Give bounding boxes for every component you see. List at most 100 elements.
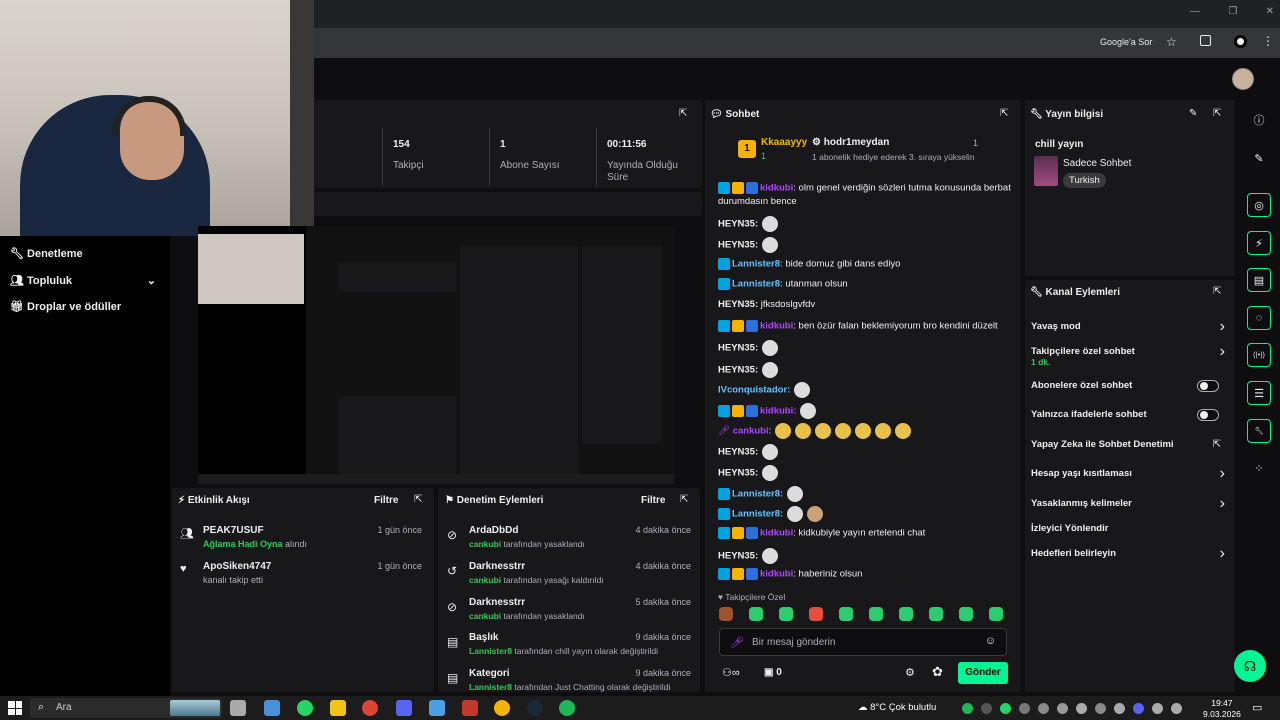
chat-username[interactable]: kidkubi <box>760 183 793 194</box>
mod-action-item[interactable]: ▤ Başlık Lannister8 tarafından chill yayın… <box>447 632 695 656</box>
chat-username[interactable]: HEYN35: <box>718 551 758 562</box>
channel-action-item[interactable]: Yasaklanmış kelimeler › <box>1031 495 1227 512</box>
chat-username[interactable]: HEYN35: <box>718 365 758 376</box>
tray-icon[interactable] <box>1114 703 1125 714</box>
clipboard-icon[interactable]: ▤ <box>1247 268 1271 292</box>
chat-username[interactable]: HEYN35: <box>718 343 758 354</box>
chat-username[interactable]: IVconquistador: <box>718 385 790 396</box>
focus-icon[interactable]: ◎ <box>1247 193 1271 217</box>
quick-emote-icon[interactable] <box>929 607 943 621</box>
quick-emote-icon[interactable] <box>719 607 733 621</box>
help-fab[interactable]: ☊ <box>1234 650 1266 682</box>
close-icon[interactable]: ✕ <box>1266 6 1274 20</box>
chat-username[interactable]: kidkubi <box>760 321 793 332</box>
popout-icon[interactable]: ⇱ <box>1213 286 1221 297</box>
restore-icon[interactable]: ❐ <box>1228 6 1237 20</box>
chat-username[interactable]: HEYN35: <box>718 447 758 458</box>
chat-username[interactable]: kidkubi: <box>760 406 796 417</box>
mod-action-item[interactable]: ▤ Kategori Lannister8 tarafından Just Chat… <box>447 668 695 692</box>
notification-icon[interactable]: ▭ <box>1252 701 1262 714</box>
task-view-icon[interactable] <box>230 700 246 716</box>
quick-emote-icon[interactable] <box>809 607 823 621</box>
chrome-icon[interactable] <box>362 700 378 716</box>
tray-icon[interactable] <box>1171 703 1182 714</box>
popout-icon[interactable]: ⇱ <box>680 494 688 505</box>
tray-icon[interactable] <box>1076 703 1087 714</box>
spotify-icon[interactable] <box>559 700 575 716</box>
sidebar-item-community[interactable]: 👥︎ Topluluk ⌄ <box>10 274 160 287</box>
clock[interactable]: 19:47 9.03.2026 <box>1203 698 1241 720</box>
wrench-icon[interactable]: 🔧︎ <box>1247 419 1271 443</box>
tag-pill[interactable]: Turkish <box>1063 173 1106 188</box>
emote-picker-icon[interactable]: ☺ <box>985 635 996 647</box>
activity-item[interactable]: 👥︎ PEAK7USUF Ağlama Hadi Oyna alındı 1 g… <box>180 525 430 549</box>
minimize-icon[interactable]: — <box>1190 6 1200 20</box>
chat-bubble-icon[interactable]: ◌ <box>1247 306 1271 330</box>
taskbar-search[interactable]: ⌕ Ara <box>30 698 222 718</box>
chat-username[interactable]: Lannister8: <box>732 489 783 500</box>
tray-icon[interactable] <box>1057 703 1068 714</box>
toggle-switch[interactable] <box>1197 380 1219 392</box>
tray-icon[interactable] <box>1152 703 1163 714</box>
chat-username[interactable]: HEYN35: <box>718 240 758 251</box>
google-ask-button[interactable]: Google'a Sor <box>1080 33 1156 51</box>
chrome-icon[interactable] <box>494 700 510 716</box>
sidebar-item-moderation[interactable]: 🔧︎ Denetleme <box>10 247 83 260</box>
mod-action-item[interactable]: ↺ Darknesstrr cankubi tarafından yasağı ka… <box>447 561 695 585</box>
chat-username[interactable]: cankubi <box>733 426 769 437</box>
channel-action-item[interactable]: Yavaş mod › <box>1031 318 1227 335</box>
quick-emote-icon[interactable] <box>839 607 853 621</box>
quick-emote-icon[interactable] <box>779 607 793 621</box>
channel-action-item[interactable]: Abonelere özel sohbet <box>1031 380 1227 392</box>
chat-username[interactable]: Lannister8 <box>732 259 780 270</box>
tray-icon[interactable] <box>1038 703 1049 714</box>
points-balance[interactable]: ▣ 0 <box>764 667 782 678</box>
mod-action-item[interactable]: ⊘ ArdaDbDd cankubi tarafından yasaklandı 4 … <box>447 525 695 549</box>
sidebar-item-drops[interactable]: 🎁︎ Droplar ve ödüller <box>10 300 121 313</box>
channel-action-item[interactable]: Yapay Zeka ile Sohbet Denetimi ⇱ <box>1031 439 1227 450</box>
leaderboard-top-user[interactable]: Kkaaayyy <box>761 137 807 148</box>
tray-icon[interactable] <box>1019 703 1030 714</box>
mod-filter-button[interactable]: Filtre <box>641 495 665 506</box>
popout-icon[interactable]: ⇱ <box>679 108 687 119</box>
mic-icon[interactable]: 🎤︎ <box>730 636 744 649</box>
chat-settings-icon[interactable]: ⚙ <box>905 666 915 679</box>
chat-username[interactable]: kidkubi <box>760 528 793 539</box>
popout-icon[interactable]: ⇱ <box>414 494 422 505</box>
category-name[interactable]: Sadece Sohbet <box>1063 158 1131 169</box>
gifter-user[interactable]: ⚙︎ hodr1meydan <box>812 137 889 148</box>
security-icon[interactable] <box>462 700 478 716</box>
tray-icon[interactable] <box>1133 703 1144 714</box>
bolt-icon[interactable]: ⚡︎ <box>1247 231 1271 255</box>
tray-icon[interactable] <box>1000 703 1011 714</box>
folder-icon[interactable] <box>330 700 346 716</box>
avatar[interactable] <box>1232 68 1254 90</box>
quick-emote-icon[interactable] <box>869 607 883 621</box>
window-controls[interactable]: — ❐ ✕ <box>1190 6 1274 20</box>
tray-icon[interactable] <box>981 703 992 714</box>
activity-filter-button[interactable]: Filtre <box>374 495 398 506</box>
more-icon[interactable]: ⁘ <box>1247 456 1271 480</box>
quick-emote-icon[interactable] <box>959 607 973 621</box>
star-icon[interactable]: ☆ <box>1166 35 1177 49</box>
channel-action-item[interactable]: İzleyici Yönlendir <box>1031 523 1227 534</box>
quick-emote-icon[interactable] <box>749 607 763 621</box>
chat-input[interactable]: 🎤︎ Bir mesaj gönderin ☺ <box>719 628 1007 656</box>
mod-action-item[interactable]: ⊘ Darknesstrr cankubi tarafından yasakland… <box>447 597 695 621</box>
popout-icon[interactable]: ⇱ <box>1000 108 1008 119</box>
channel-action-item[interactable]: Yalnızca ifadelerle sohbet <box>1031 409 1227 421</box>
chat-username[interactable]: HEYN35: <box>718 219 758 230</box>
quick-emote-icon[interactable] <box>989 607 1003 621</box>
menu-icon[interactable]: ⋮ <box>1262 34 1274 48</box>
channel-action-item[interactable]: Hedefleri belirleyin › <box>1031 545 1227 562</box>
start-icon[interactable] <box>8 701 22 715</box>
broadcast-icon[interactable]: ((•)) <box>1247 343 1271 367</box>
popout-icon[interactable]: ⇱ <box>1213 108 1221 119</box>
extensions-icon[interactable] <box>1200 35 1211 46</box>
weather-widget[interactable]: ☁ 8°C Çok bulutlu <box>858 702 936 713</box>
chat-username[interactable]: Lannister8: <box>732 509 783 520</box>
channel-action-item[interactable]: Takipçilere özel sohbet 1 dk. › <box>1031 343 1227 367</box>
app-icon[interactable] <box>429 700 445 716</box>
quick-emote-icon[interactable] <box>899 607 913 621</box>
send-button[interactable]: Gönder <box>958 662 1008 684</box>
